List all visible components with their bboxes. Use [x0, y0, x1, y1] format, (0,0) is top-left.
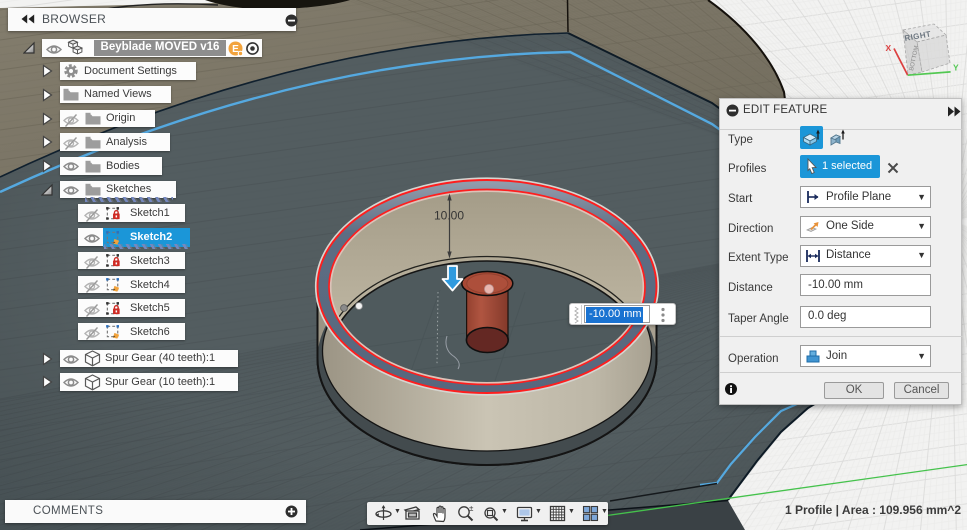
- svg-text:Y: Y: [953, 63, 959, 73]
- svg-text:X: X: [886, 43, 892, 53]
- svg-text:±: ±: [469, 504, 474, 513]
- svg-text:10.00: 10.00: [434, 209, 464, 223]
